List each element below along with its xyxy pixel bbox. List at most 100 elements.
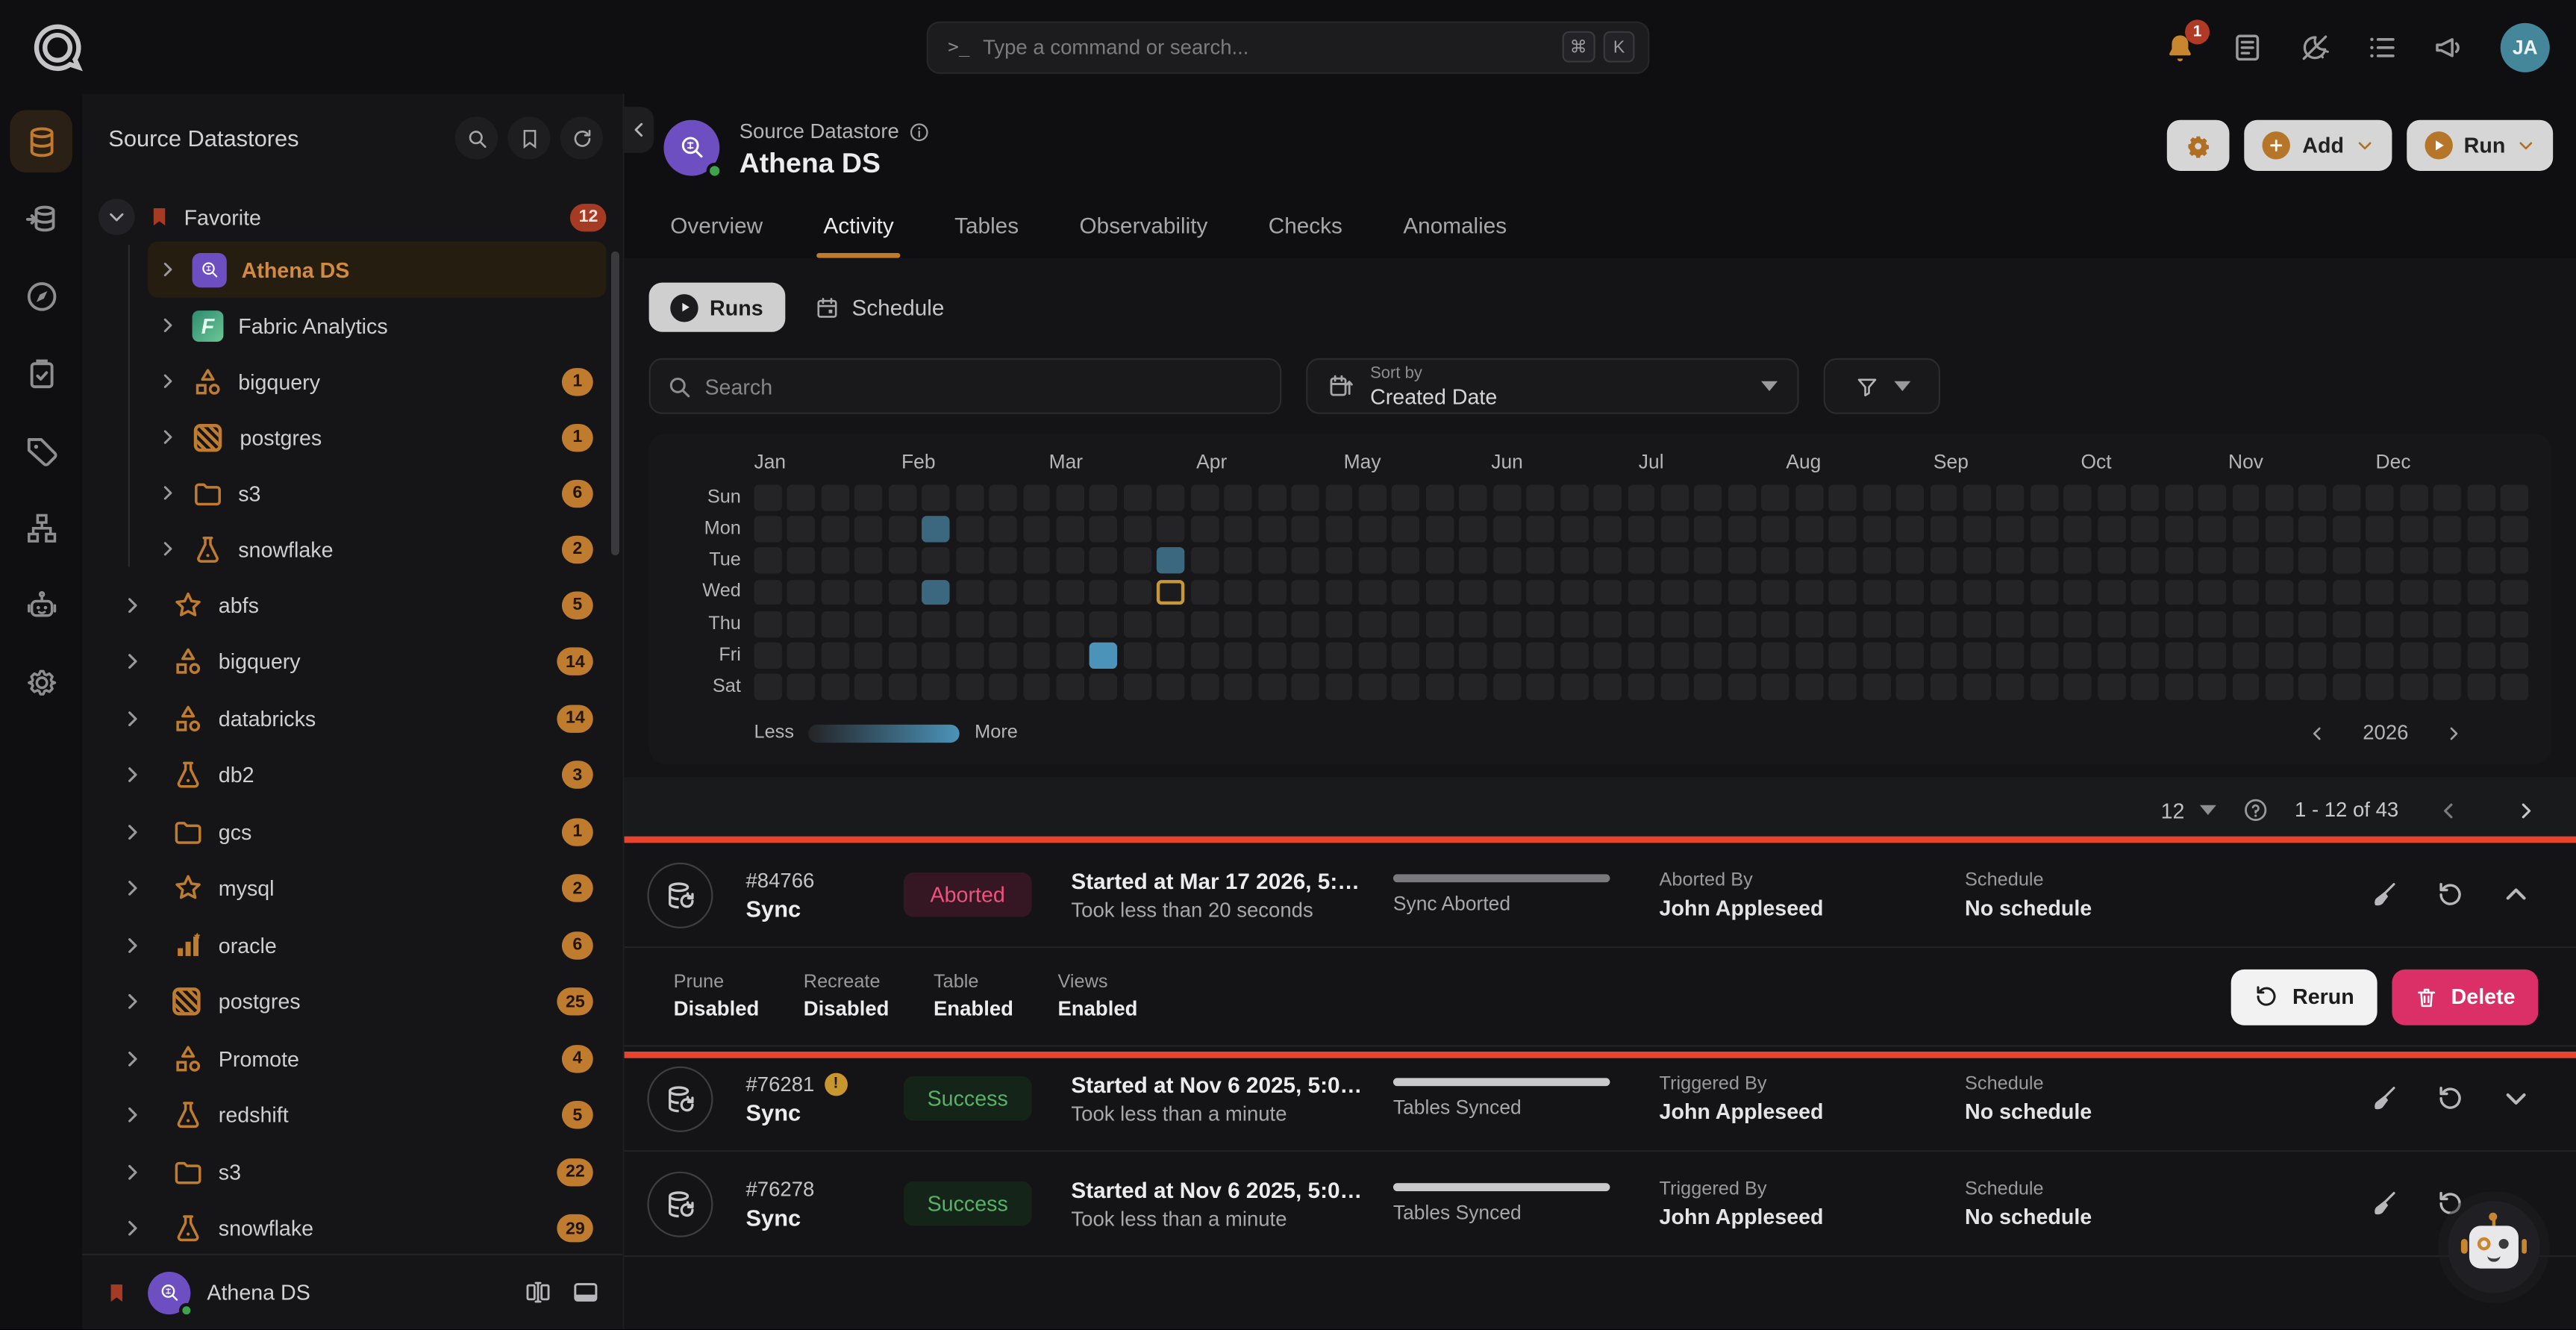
heatmap-cell[interactable] bbox=[2266, 674, 2293, 700]
heatmap-cell[interactable] bbox=[1225, 611, 1252, 637]
heatmap-cell[interactable] bbox=[1963, 611, 1991, 637]
heatmap-cell[interactable] bbox=[2198, 643, 2226, 669]
heatmap-cell[interactable] bbox=[2433, 516, 2461, 543]
heatmap-cell[interactable] bbox=[1560, 516, 1588, 543]
heatmap-cell[interactable] bbox=[1795, 484, 1823, 511]
sidebar-item-fabric-analytics[interactable]: F Fabric Analytics bbox=[148, 297, 606, 353]
heatmap-cell[interactable] bbox=[1695, 548, 1722, 574]
heatmap-cell[interactable] bbox=[1392, 643, 1420, 669]
heatmap-cell[interactable] bbox=[1762, 643, 1789, 669]
heatmap-cell[interactable] bbox=[2131, 548, 2159, 574]
sidebar-item-promote[interactable]: Promote4 bbox=[99, 1030, 606, 1087]
sidebar-item-oracle[interactable]: oracle6 bbox=[99, 917, 606, 973]
heatmap-cell[interactable] bbox=[1157, 516, 1185, 543]
heatmap-cell[interactable] bbox=[1325, 674, 1353, 700]
heatmap-cell[interactable] bbox=[1292, 611, 1319, 637]
sidebar-item-athena-ds[interactable]: Athena DS bbox=[148, 242, 606, 298]
heatmap-cell[interactable] bbox=[787, 611, 815, 637]
heatmap-cell[interactable] bbox=[2266, 643, 2293, 669]
heatmap-cell[interactable] bbox=[1695, 643, 1722, 669]
heatmap-cell[interactable] bbox=[1762, 579, 1789, 605]
heatmap-cell[interactable] bbox=[1527, 579, 1554, 605]
rail-source-datastores-database-icon[interactable] bbox=[10, 110, 72, 173]
chevron-right-icon[interactable] bbox=[157, 316, 177, 335]
sidebar-item-gcs[interactable]: gcs1 bbox=[99, 804, 606, 861]
heatmap-cell[interactable] bbox=[1392, 548, 1420, 574]
theme-toggle-icon[interactable] bbox=[2298, 31, 2331, 63]
announcements-icon[interactable] bbox=[2433, 31, 2466, 63]
heatmap-cell[interactable] bbox=[990, 548, 1017, 574]
heatmap-cell[interactable] bbox=[1124, 484, 1151, 511]
heatmap-cell[interactable] bbox=[2501, 579, 2528, 605]
heatmap-cell[interactable] bbox=[1460, 484, 1487, 511]
heatmap-cell[interactable] bbox=[1695, 484, 1722, 511]
heatmap-cell[interactable] bbox=[990, 516, 1017, 543]
heatmap-cell[interactable] bbox=[2467, 611, 2495, 637]
heatmap-cell[interactable] bbox=[821, 548, 848, 574]
sidebar-item-postgres[interactable]: postgres25 bbox=[99, 973, 606, 1030]
heatmap-cell[interactable] bbox=[2165, 611, 2192, 637]
heatmap-cell[interactable] bbox=[1863, 674, 1890, 700]
heatmap-cell[interactable] bbox=[2031, 548, 2058, 574]
heatmap-cell[interactable] bbox=[956, 643, 984, 669]
heatmap-cell[interactable] bbox=[990, 579, 1017, 605]
heatmap-cell[interactable] bbox=[2131, 516, 2159, 543]
heatmap-cell[interactable] bbox=[1628, 611, 1655, 637]
heatmap-cell[interactable] bbox=[1460, 674, 1487, 700]
heatmap-cell[interactable] bbox=[1762, 611, 1789, 637]
heatmap-cell[interactable] bbox=[2031, 579, 2058, 605]
heatmap-cell[interactable] bbox=[2501, 643, 2528, 669]
heatmap-cell[interactable] bbox=[2467, 548, 2495, 574]
heatmap-cell[interactable] bbox=[1560, 484, 1588, 511]
heatmap-cell[interactable] bbox=[922, 579, 950, 605]
sidebar-bookmark-icon[interactable] bbox=[507, 116, 550, 159]
heatmap-cell[interactable] bbox=[1628, 484, 1655, 511]
heatmap-cell[interactable] bbox=[1023, 643, 1051, 669]
chevron-right-icon[interactable] bbox=[122, 991, 143, 1013]
heatmap-cell[interactable] bbox=[889, 674, 916, 700]
add-button[interactable]: Add bbox=[2245, 120, 2392, 171]
heatmap-cell[interactable] bbox=[922, 611, 950, 637]
heatmap-cell[interactable] bbox=[1661, 484, 1689, 511]
heatmap-cell[interactable] bbox=[2333, 516, 2360, 543]
chevron-right-icon[interactable] bbox=[122, 708, 143, 729]
assistant-mascot-button[interactable] bbox=[2448, 1201, 2539, 1293]
heatmap-cell[interactable] bbox=[1325, 643, 1353, 669]
chevron-right-icon[interactable] bbox=[122, 1105, 143, 1126]
heatmap-cell[interactable] bbox=[821, 611, 848, 637]
run-row-76281[interactable]: #76281! Sync Success Started at Nov 6 20… bbox=[625, 1046, 2576, 1152]
rail-settings-gear-icon[interactable] bbox=[10, 651, 72, 714]
heatmap-cell[interactable] bbox=[1560, 674, 1588, 700]
warning-icon[interactable]: ! bbox=[825, 1072, 848, 1095]
heatmap-cell[interactable] bbox=[1628, 548, 1655, 574]
heatmap-cell[interactable] bbox=[1460, 579, 1487, 605]
heatmap-cell[interactable] bbox=[1157, 643, 1185, 669]
heatmap-cell[interactable] bbox=[1661, 643, 1689, 669]
heatmap-cell[interactable] bbox=[1930, 611, 1957, 637]
heatmap-cell[interactable] bbox=[1829, 548, 1857, 574]
heatmap-cell[interactable] bbox=[1527, 643, 1554, 669]
heatmap-cell[interactable] bbox=[2131, 674, 2159, 700]
heatmap-cell[interactable] bbox=[2467, 643, 2495, 669]
heatmap-cell[interactable] bbox=[1460, 548, 1487, 574]
heatmap-cell[interactable] bbox=[956, 674, 984, 700]
user-avatar[interactable]: JA bbox=[2501, 22, 2550, 72]
heatmap-cell[interactable] bbox=[754, 516, 782, 543]
command-input[interactable] bbox=[983, 35, 1553, 58]
heatmap-cell[interactable] bbox=[1594, 516, 1622, 543]
heatmap-cell[interactable] bbox=[2232, 484, 2260, 511]
heatmap-cell[interactable] bbox=[1997, 516, 2025, 543]
heatmap-cell[interactable] bbox=[1493, 484, 1521, 511]
heatmap-cell[interactable] bbox=[1124, 516, 1151, 543]
heatmap-cell[interactable] bbox=[1963, 484, 1991, 511]
heatmap-cell[interactable] bbox=[1795, 579, 1823, 605]
heatmap-cell[interactable] bbox=[821, 516, 848, 543]
heatmap-cell[interactable] bbox=[1527, 516, 1554, 543]
notifications-bell-icon[interactable]: 1 bbox=[2163, 31, 2196, 63]
heatmap-cell[interactable] bbox=[787, 579, 815, 605]
chevron-right-icon[interactable] bbox=[122, 1048, 143, 1070]
heatmap-cell[interactable] bbox=[1896, 579, 1924, 605]
heatmap-cell[interactable] bbox=[1829, 516, 1857, 543]
heatmap-cell[interactable] bbox=[1493, 548, 1521, 574]
heatmap-cell[interactable] bbox=[1023, 579, 1051, 605]
